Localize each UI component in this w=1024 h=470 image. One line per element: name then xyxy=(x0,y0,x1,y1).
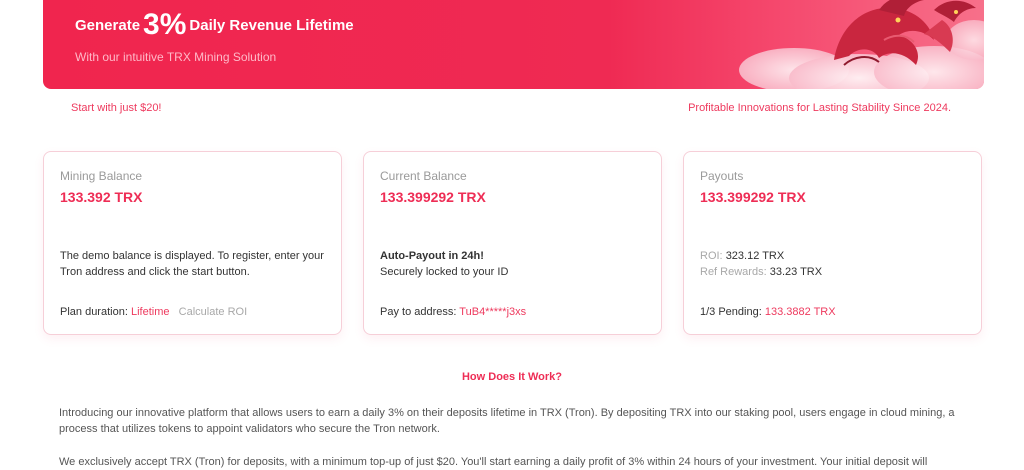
current-balance-value: 133.399292 TRX xyxy=(380,189,486,205)
card-title: Current Balance xyxy=(380,169,467,183)
hero-title-pre: Generate xyxy=(75,17,141,34)
pending-row: 1/3 Pending: 133.3882 TRX xyxy=(700,306,836,318)
hero-subtitle: With our intuitive TRX Mining Solution xyxy=(75,50,277,64)
mining-balance-value: 133.392 TRX xyxy=(60,189,143,205)
roi-row: ROI: 323.12 TRX xyxy=(700,248,968,264)
intro-paragraph: Introducing our innovative platform that… xyxy=(59,407,955,435)
hero-title-post: Daily Revenue Lifetime xyxy=(189,17,354,34)
ref-rewards-value: 33.23 TRX xyxy=(769,266,823,278)
pay-address-link[interactable]: TuB4*****j3xs xyxy=(459,306,526,318)
auto-payout-text: Securely locked to your ID xyxy=(380,266,509,278)
pending-label: 1/3 Pending: xyxy=(700,306,762,318)
pending-value[interactable]: 133.3882 TRX xyxy=(765,306,836,318)
pay-address-row: Pay to address: TuB4*****j3xs xyxy=(380,306,526,318)
tagline-right: Profitable Innovations for Lasting Stabi… xyxy=(688,102,951,114)
plan-duration-row: Plan duration: Lifetime Calculate ROI xyxy=(60,306,247,318)
ref-rewards-label: Ref Rewards: xyxy=(700,266,767,278)
card-title: Mining Balance xyxy=(60,169,143,183)
payouts-card: Payouts 133.399292 TRX ROI: 323.12 TRX R… xyxy=(683,151,982,335)
mining-balance-card: Mining Balance 133.392 TRX The demo bala… xyxy=(43,151,342,335)
auto-payout-heading: Auto-Payout in 24h! xyxy=(380,250,484,262)
hero-title-percent: 3% xyxy=(143,8,187,41)
demo-balance-note: The demo balance is displayed. To regist… xyxy=(60,250,324,278)
roi-value: 323.12 TRX xyxy=(725,250,785,262)
hero-banner: Generate 3% Daily Revenue Lifetime With ou… xyxy=(43,0,984,89)
calculate-roi-link[interactable]: Calculate ROI xyxy=(179,306,247,318)
current-balance-card: Current Balance 133.399292 TRX Auto-Payo… xyxy=(363,151,662,335)
payout-stats: ROI: 323.12 TRX Ref Rewards: 33.23 TRX xyxy=(700,248,968,280)
auto-payout-note: Auto-Payout in 24h! Securely locked to y… xyxy=(380,248,648,280)
plan-duration-label: Plan duration: xyxy=(60,306,128,318)
tagline-left: Start with just $20! xyxy=(71,102,162,114)
deposit-paragraph: We exclusively accept TRX (Tron) for dep… xyxy=(59,456,928,468)
hero-title: Generate 3% Daily Revenue Lifetime xyxy=(75,8,354,42)
dragon-illustration-icon xyxy=(739,0,984,89)
plan-duration-value: Lifetime xyxy=(130,306,170,318)
how-it-works-heading: How Does It Work? xyxy=(461,371,563,383)
pay-address-label: Pay to address: xyxy=(380,306,457,318)
card-title: Payouts xyxy=(700,169,744,183)
roi-label: ROI: xyxy=(700,250,723,262)
ref-rewards-row: Ref Rewards: 33.23 TRX xyxy=(700,264,968,280)
payouts-value: 133.399292 TRX xyxy=(700,189,806,205)
